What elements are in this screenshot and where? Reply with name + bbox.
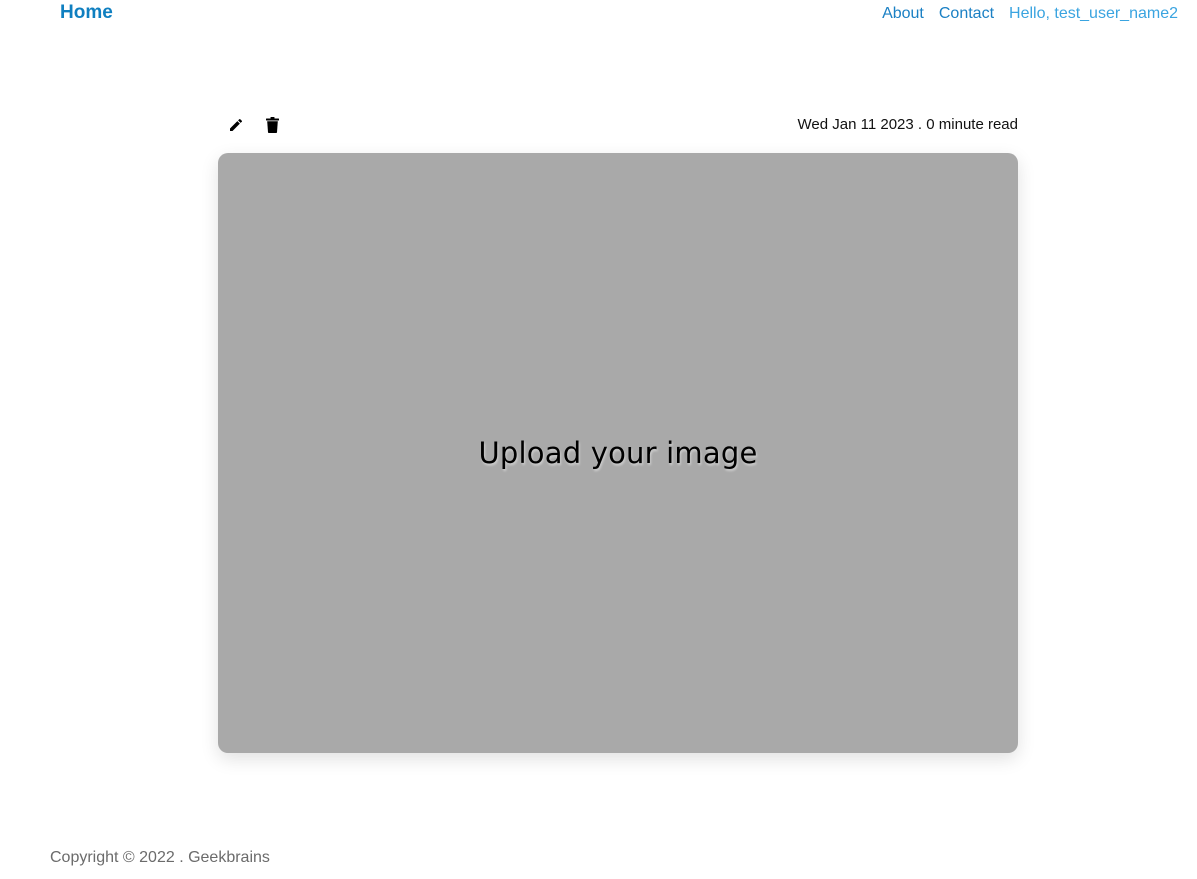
user-greeting-link[interactable]: Hello, test_user_name2 — [1009, 5, 1178, 23]
image-upload-area[interactable]: Upload your image — [218, 153, 1018, 753]
page: Home About Contact Hello, test_user_name… — [0, 0, 1197, 879]
post-date: Wed Jan 11 2023 — [797, 116, 914, 133]
delete-button[interactable] — [261, 114, 283, 136]
post-meta: Wed Jan 11 2023 . 0 minute read — [798, 116, 1018, 133]
upload-image-label: Upload your image — [478, 436, 758, 470]
nav-contact-link[interactable]: Contact — [939, 5, 994, 23]
pencil-icon — [230, 118, 243, 131]
post-toolbar: Wed Jan 11 2023 . 0 minute read — [218, 114, 1018, 136]
footer-copyright: Copyright © 2022 . Geekbrains — [50, 849, 270, 866]
trash-icon — [265, 117, 279, 133]
edit-button[interactable] — [225, 114, 247, 136]
nav-about-link[interactable]: About — [882, 5, 924, 23]
meta-separator: . — [913, 116, 927, 133]
home-link[interactable]: Home — [60, 2, 113, 24]
read-time: 0 minute read — [926, 116, 1018, 133]
top-nav: About Contact Hello, test_user_name2 — [867, 5, 1178, 23]
